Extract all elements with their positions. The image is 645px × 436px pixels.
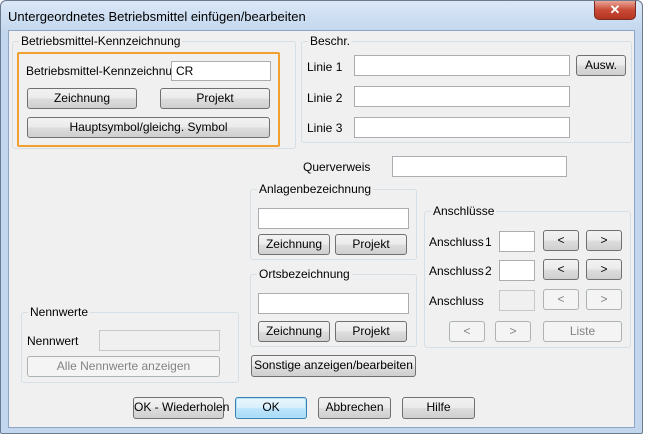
chevron-left-icon: < [557, 233, 565, 247]
anlagen-zeichnung-button[interactable]: Zeichnung [258, 234, 330, 255]
anschluss1-input[interactable] [499, 231, 535, 252]
hauptsymbol-button[interactable]: Hauptsymbol/gleichg. Symbol [27, 117, 270, 138]
bmk-label: Betriebsmittel-Kennzeichnung [26, 64, 186, 78]
anschluss3-prev-button[interactable]: < [543, 289, 579, 310]
anschluss1-number: 1 [485, 235, 492, 249]
hilfe-button[interactable]: Hilfe [402, 397, 475, 419]
chevron-left-icon: < [557, 292, 565, 306]
ok-button[interactable]: OK [235, 397, 307, 419]
chevron-left-icon: < [557, 262, 565, 276]
linie3-label: Linie 3 [307, 121, 343, 135]
anschluss3-next-button[interactable]: > [586, 289, 622, 310]
beschr-group-title: Beschr. [308, 34, 353, 48]
anschluss1-label: Anschluss [429, 235, 484, 249]
bmk-zeichnung-button[interactable]: Zeichnung [27, 88, 137, 109]
alle-nennwerte-button[interactable]: Alle Nennwerte anzeigen [27, 356, 220, 377]
orts-group-title: Ortsbezeichnung [257, 267, 352, 281]
bmk-input[interactable]: CR [171, 61, 271, 81]
anschluesse-next-button[interactable]: > [495, 321, 531, 342]
chevron-right-icon: > [509, 324, 517, 338]
dialog-window: Untergeordnetes Betriebsmittel einfügen/… [0, 0, 643, 434]
anschluss1-prev-button[interactable]: < [543, 230, 579, 251]
linie1-input[interactable] [354, 55, 570, 76]
anlagen-projekt-button[interactable]: Projekt [335, 234, 407, 255]
anschluss2-input[interactable] [499, 260, 535, 281]
nennwert-label: Nennwert [27, 334, 79, 348]
anschluesse-prev-button[interactable]: < [449, 321, 485, 342]
ausw-button[interactable]: Ausw. [576, 55, 626, 76]
chevron-left-icon: < [463, 324, 471, 338]
anschluss2-prev-button[interactable]: < [543, 259, 579, 280]
close-button[interactable]: ✕ [594, 1, 636, 20]
sonstige-button[interactable]: Sonstige anzeigen/bearbeiten [251, 355, 416, 377]
anlagen-input[interactable] [258, 208, 409, 229]
chevron-right-icon: > [600, 292, 608, 306]
close-icon: ✕ [609, 2, 621, 17]
linie3-input[interactable] [354, 117, 570, 138]
querverweis-label: Querverweis [303, 160, 371, 174]
liste-button[interactable]: Liste [543, 321, 622, 342]
dialog-client-area: Betriebsmittel-Kennzeichnung Betriebsmit… [8, 30, 635, 428]
anlagen-group-title: Anlagenbezeichnung [257, 182, 374, 196]
nennwerte-group-title: Nennwerte [28, 305, 91, 319]
anschluss3-label: Anschluss [429, 294, 484, 308]
bmk-group-title: Betriebsmittel-Kennzeichnung [19, 34, 183, 48]
title-bar: Untergeordnetes Betriebsmittel einfügen/… [1, 1, 642, 31]
orts-zeichnung-button[interactable]: Zeichnung [258, 321, 330, 342]
anschluss2-number: 2 [485, 264, 492, 278]
linie2-label: Linie 2 [307, 91, 343, 105]
chevron-right-icon: > [600, 262, 608, 276]
abbrechen-button[interactable]: Abbrechen [318, 397, 391, 419]
anschluss1-next-button[interactable]: > [586, 230, 622, 251]
nennwert-input[interactable] [99, 330, 220, 351]
orts-input[interactable] [258, 293, 409, 314]
querverweis-input[interactable] [392, 156, 567, 177]
anschluss2-next-button[interactable]: > [586, 259, 622, 280]
linie2-input[interactable] [354, 86, 570, 107]
linie1-label: Linie 1 [307, 60, 343, 74]
orts-projekt-button[interactable]: Projekt [335, 321, 407, 342]
anschluss3-input[interactable] [499, 290, 535, 311]
window-title: Untergeordnetes Betriebsmittel einfügen/… [8, 9, 306, 24]
bmk-projekt-button[interactable]: Projekt [160, 88, 270, 109]
anschluesse-group-title: Anschlüsse [431, 204, 497, 218]
chevron-right-icon: > [600, 233, 608, 247]
anschluss2-label: Anschluss [429, 264, 484, 278]
ok-wiederholen-button[interactable]: OK - Wiederholen [133, 397, 229, 419]
